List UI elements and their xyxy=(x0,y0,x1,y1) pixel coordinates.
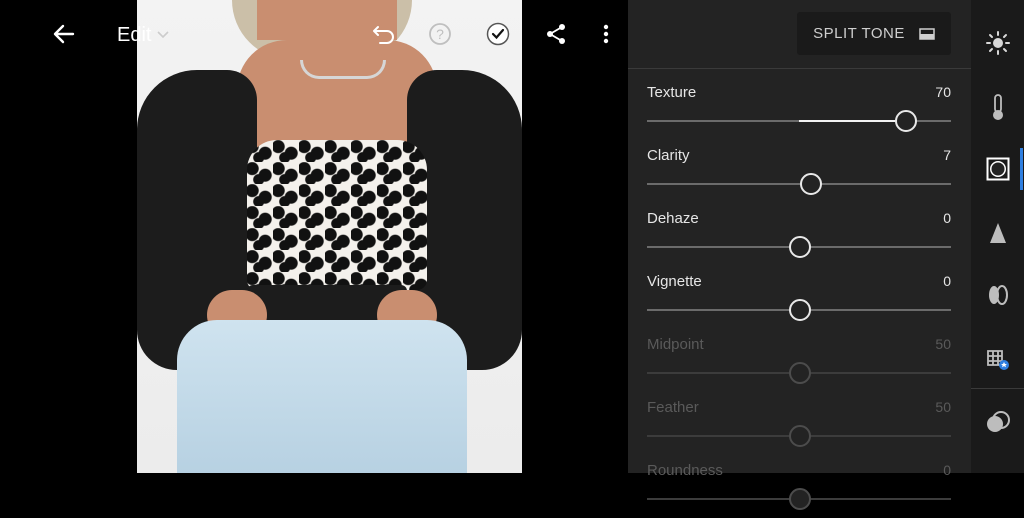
undo-icon xyxy=(373,26,394,44)
slider-label: Clarity xyxy=(647,147,690,164)
optics-tool[interactable] xyxy=(981,278,1015,312)
effects-icon xyxy=(986,157,1010,181)
slider-label: Midpoint xyxy=(647,336,704,353)
slider-texture: Texture 70 xyxy=(647,84,951,140)
slider-roundness: Roundness 0 xyxy=(647,462,951,518)
effects-tool[interactable] xyxy=(981,152,1015,186)
more-options-button[interactable] xyxy=(592,16,620,52)
slider-thumb xyxy=(789,425,811,447)
back-arrow-icon xyxy=(53,24,75,44)
slider-label: Roundness xyxy=(647,462,723,479)
geometry-tool[interactable] xyxy=(981,342,1015,376)
optics-icon xyxy=(989,285,1008,305)
split-tone-label: SPLIT TONE xyxy=(813,25,905,42)
slider-label: Dehaze xyxy=(647,210,699,227)
slider-value: 50 xyxy=(935,399,951,415)
slider-thumb xyxy=(789,362,811,384)
color-icon xyxy=(993,94,1003,120)
slider-thumb[interactable] xyxy=(800,173,822,195)
geometry-icon xyxy=(987,350,1009,370)
active-tool-indicator xyxy=(1020,148,1023,190)
panel-header: SPLIT TONE xyxy=(628,0,971,69)
edit-mode-dropdown[interactable]: Edit xyxy=(117,20,170,50)
more-vertical-icon xyxy=(603,24,609,44)
rail-divider xyxy=(971,388,1024,389)
slider-vignette: Vignette 0 xyxy=(647,273,951,329)
svg-text:?: ? xyxy=(436,26,444,42)
edited-photo xyxy=(137,0,522,473)
tool-rail xyxy=(971,0,1024,473)
chevron-down-icon xyxy=(157,31,170,39)
slider-value: 0 xyxy=(943,462,951,478)
slider-thumb xyxy=(789,488,811,510)
presets-tool[interactable] xyxy=(981,406,1015,440)
slider-fill xyxy=(799,120,905,122)
slider-thumb[interactable] xyxy=(789,236,811,258)
slider-midpoint: Midpoint 50 xyxy=(647,336,951,392)
slider-dehaze: Dehaze 0 xyxy=(647,210,951,266)
color-tool[interactable] xyxy=(981,90,1015,124)
split-tone-button[interactable]: SPLIT TONE xyxy=(797,12,951,55)
slider-thumb[interactable] xyxy=(895,110,917,132)
slider-track[interactable] xyxy=(647,183,951,185)
slider-value: 7 xyxy=(943,147,951,163)
back-button[interactable] xyxy=(46,16,82,52)
undo-button[interactable] xyxy=(368,16,400,52)
detail-tool[interactable] xyxy=(981,216,1015,250)
presets-icon xyxy=(987,411,1010,432)
share-button[interactable] xyxy=(540,16,572,52)
effects-panel: SPLIT TONE Texture 70 Clarity 7 Dehaze 0 Vigne… xyxy=(628,0,971,510)
done-button[interactable] xyxy=(482,16,514,52)
slider-thumb[interactable] xyxy=(789,299,811,321)
slider-feather: Feather 50 xyxy=(647,399,951,455)
checkmark-icon xyxy=(486,22,510,46)
slider-value: 50 xyxy=(935,336,951,352)
help-button[interactable]: ? xyxy=(424,16,456,52)
light-tool[interactable] xyxy=(981,26,1015,60)
help-icon: ? xyxy=(429,23,451,45)
slider-label: Vignette xyxy=(647,273,702,290)
panel-toggle-icon xyxy=(919,27,935,40)
slider-label: Feather xyxy=(647,399,699,416)
detail-icon xyxy=(990,223,1006,243)
slider-label: Texture xyxy=(647,84,697,101)
photo-canvas[interactable]: Edit ? xyxy=(0,0,628,473)
slider-value: 0 xyxy=(943,210,951,226)
light-icon xyxy=(986,31,1010,55)
share-icon xyxy=(547,24,565,44)
slider-value: 0 xyxy=(943,273,951,289)
slider-clarity: Clarity 7 xyxy=(647,147,951,203)
slider-value: 70 xyxy=(935,84,951,100)
edit-title-label: Edit xyxy=(117,23,152,46)
